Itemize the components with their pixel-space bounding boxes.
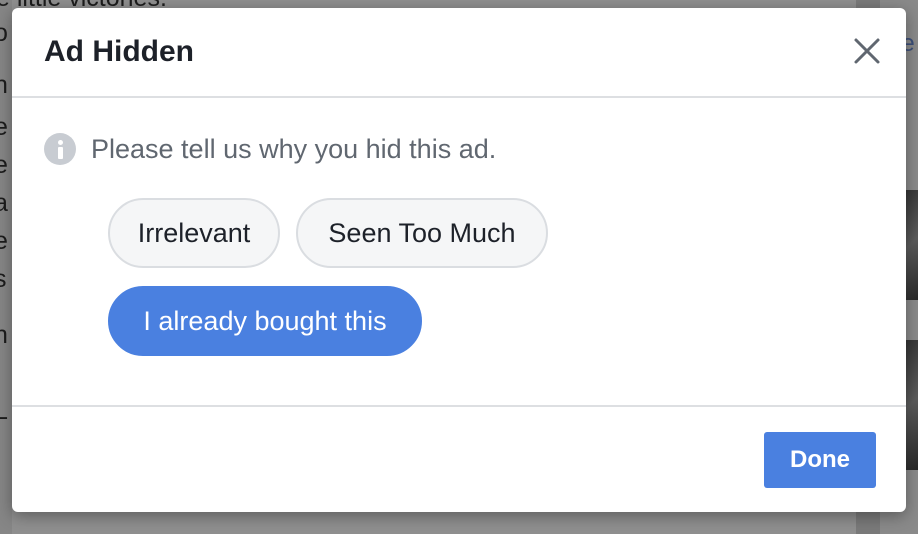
- background-text-fragment: L: [0, 397, 8, 425]
- prompt-text: Please tell us why you hid this ad.: [91, 133, 497, 164]
- close-icon: [854, 38, 880, 64]
- prompt-row: Please tell us why you hid this ad.: [44, 132, 496, 166]
- done-button[interactable]: Done: [764, 432, 876, 488]
- dialog-header: Ad Hidden: [12, 8, 906, 98]
- screen: o h e e a e s n L e little victories. ee…: [0, 0, 918, 534]
- ad-hidden-dialog: Ad Hidden Please tell us why you hid thi…: [12, 8, 906, 512]
- background-text-fragment: s: [0, 265, 7, 293]
- background-text-fragment: e: [0, 113, 8, 141]
- option-seen-too-much-button[interactable]: Seen Too Much: [296, 198, 548, 268]
- background-text-fragment: a: [0, 189, 8, 217]
- background-text-fragment: e: [0, 227, 8, 255]
- info-icon: [44, 133, 76, 165]
- close-button[interactable]: [850, 34, 884, 68]
- background-text-fragment: n: [0, 321, 8, 349]
- dialog-title: Ad Hidden: [44, 35, 194, 68]
- background-page-left: o h e e a e s n L: [0, 0, 12, 534]
- footer-divider: [12, 405, 906, 407]
- option-irrelevant-button[interactable]: Irrelevant: [108, 198, 280, 268]
- background-text-fragment: o: [0, 19, 8, 47]
- background-text-fragment: h: [0, 71, 8, 99]
- option-already-bought-button[interactable]: I already bought this: [108, 286, 422, 356]
- background-text-fragment: e: [0, 151, 8, 179]
